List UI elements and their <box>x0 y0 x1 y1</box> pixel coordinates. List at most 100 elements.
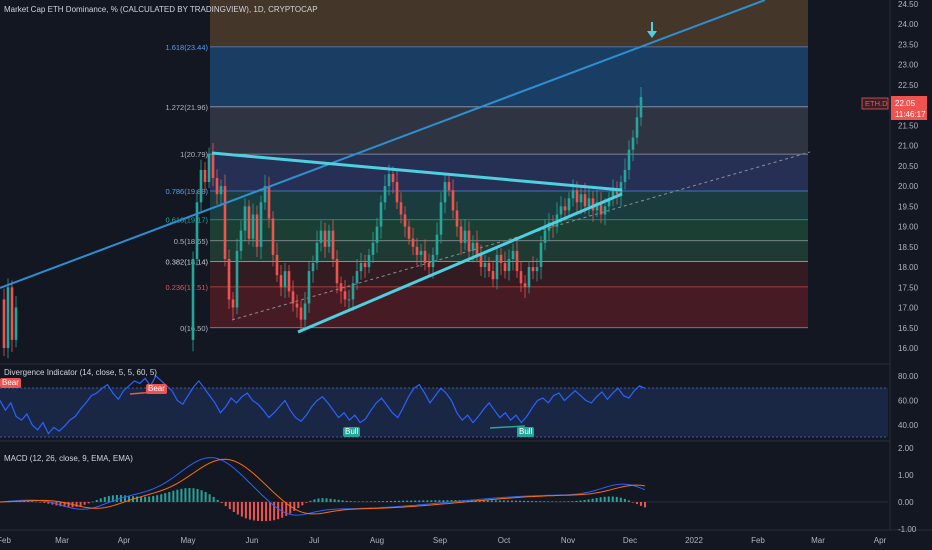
macd-line[interactable] <box>0 457 646 516</box>
candle-body <box>319 230 323 243</box>
candle-body <box>371 242 375 255</box>
macd-bar <box>486 500 489 502</box>
price-tick-label: 23.50 <box>898 40 919 49</box>
candle-body <box>203 169 207 183</box>
candle-body <box>195 202 199 259</box>
price-tick-label: 16.00 <box>898 344 919 353</box>
macd-bar <box>551 501 554 502</box>
macd-bar <box>99 498 102 502</box>
macd-bar <box>394 500 397 502</box>
candle-body <box>287 271 291 292</box>
time-axis-label: Mar <box>811 536 825 545</box>
macd-bar <box>502 500 505 502</box>
macd-bar <box>398 500 401 502</box>
macd-bar <box>317 498 320 502</box>
candle-body <box>475 242 479 255</box>
last-price-value: 22.05 <box>895 99 916 108</box>
macd-bar <box>523 500 526 502</box>
macd-bar <box>619 497 622 502</box>
divergence-tick-label: 60.00 <box>898 397 919 406</box>
bear-signal-badge[interactable]: Bear <box>0 378 21 388</box>
price-tick-label: 17.00 <box>898 304 919 313</box>
macd-bar <box>67 502 70 508</box>
macd-bar <box>559 501 562 503</box>
bull-signal-badge[interactable]: Bull <box>343 427 361 437</box>
time-axis[interactable]: Feb Mar Apr May Jun Jul Aug Sep Oct Nov Dec 2022 Feb… <box>0 536 887 545</box>
candle-body <box>207 153 211 183</box>
macd-bar <box>434 500 437 502</box>
macd-signal-line[interactable] <box>0 458 646 515</box>
candle-body <box>347 299 351 301</box>
candle-body <box>327 230 331 247</box>
bull-signal-badge[interactable]: Bull <box>517 427 535 437</box>
candle-body <box>407 226 411 239</box>
candle-body <box>519 271 523 284</box>
candle-body <box>395 182 399 203</box>
fib-level-label: 0.382(18.14) <box>165 257 208 266</box>
divergence-tick-label: 40.00 <box>898 421 919 430</box>
macd-bar <box>144 496 147 502</box>
divergence-axis[interactable]: 80.00 60.00 40.00 <box>898 372 919 430</box>
divergence-tick-label: 80.00 <box>898 372 919 381</box>
macd-bar <box>228 502 231 510</box>
candle-body <box>191 258 195 340</box>
macd-bar <box>220 502 223 503</box>
fib-level-label: 1.618(23.44) <box>165 43 208 52</box>
macd-bar <box>506 500 509 502</box>
price-tick-label: 21.50 <box>898 121 919 130</box>
chart-canvas[interactable]: 1.618(23.44)1.272(21.96)1(20.79)0.786(19… <box>0 0 932 550</box>
candle-body <box>435 234 439 255</box>
fib-band <box>210 286 808 328</box>
candle-body <box>527 267 531 288</box>
candle-body <box>603 206 607 215</box>
candle-body <box>423 250 427 264</box>
time-axis-label: Jul <box>309 536 319 545</box>
macd-bar <box>527 500 530 502</box>
candle-body <box>307 271 311 304</box>
price-tick-label: 24.50 <box>898 0 919 9</box>
candle-body <box>243 206 247 231</box>
candle-body <box>223 186 227 259</box>
candle-body <box>575 190 579 203</box>
bear-signal-badge[interactable]: Bear <box>146 384 167 394</box>
candle-body <box>515 250 519 272</box>
candle-body <box>391 173 395 183</box>
fib-band <box>210 46 808 107</box>
price-tick-label: 19.50 <box>898 202 919 211</box>
candle-body <box>247 206 251 239</box>
candle-body <box>231 299 235 308</box>
macd-bar <box>188 487 191 502</box>
candle-body <box>631 137 635 150</box>
macd-bar <box>265 502 268 522</box>
candle-body <box>507 258 511 272</box>
macd-bar <box>349 501 352 502</box>
macd-bar <box>333 499 336 502</box>
macd-bar <box>498 500 501 502</box>
candle-body <box>447 182 451 191</box>
macd-bar <box>212 496 215 502</box>
candle-body <box>363 263 367 268</box>
macd-bar <box>571 501 574 502</box>
candle-body <box>211 153 215 179</box>
candle-body <box>539 242 543 268</box>
candle-body <box>587 198 591 207</box>
price-tick-label: 18.50 <box>898 243 919 252</box>
time-axis-label: Feb <box>751 536 765 545</box>
macd-title: MACD (12, 26, close, 9, EMA, EMA) <box>4 454 133 463</box>
price-axis[interactable]: 24.5024.0023.5023.0022.5022.0021.5021.00… <box>898 0 919 353</box>
macd-axis[interactable]: 2.00 1.00 0.00 -1.00 <box>898 444 917 534</box>
macd-bar <box>373 501 376 502</box>
macd-bar <box>297 502 300 509</box>
macd-bar <box>422 500 425 502</box>
macd-bar <box>519 500 522 502</box>
time-axis-label: Apr <box>118 536 131 545</box>
macd-bar <box>595 497 598 502</box>
macd-bar <box>91 501 94 503</box>
price-tick-label: 21.00 <box>898 142 919 151</box>
macd-bar <box>208 494 211 502</box>
macd-bar <box>442 500 445 502</box>
macd-histogram[interactable] <box>0 487 646 522</box>
time-axis-label: Oct <box>498 536 511 545</box>
candle-body <box>215 178 219 195</box>
macd-bar <box>623 498 626 502</box>
